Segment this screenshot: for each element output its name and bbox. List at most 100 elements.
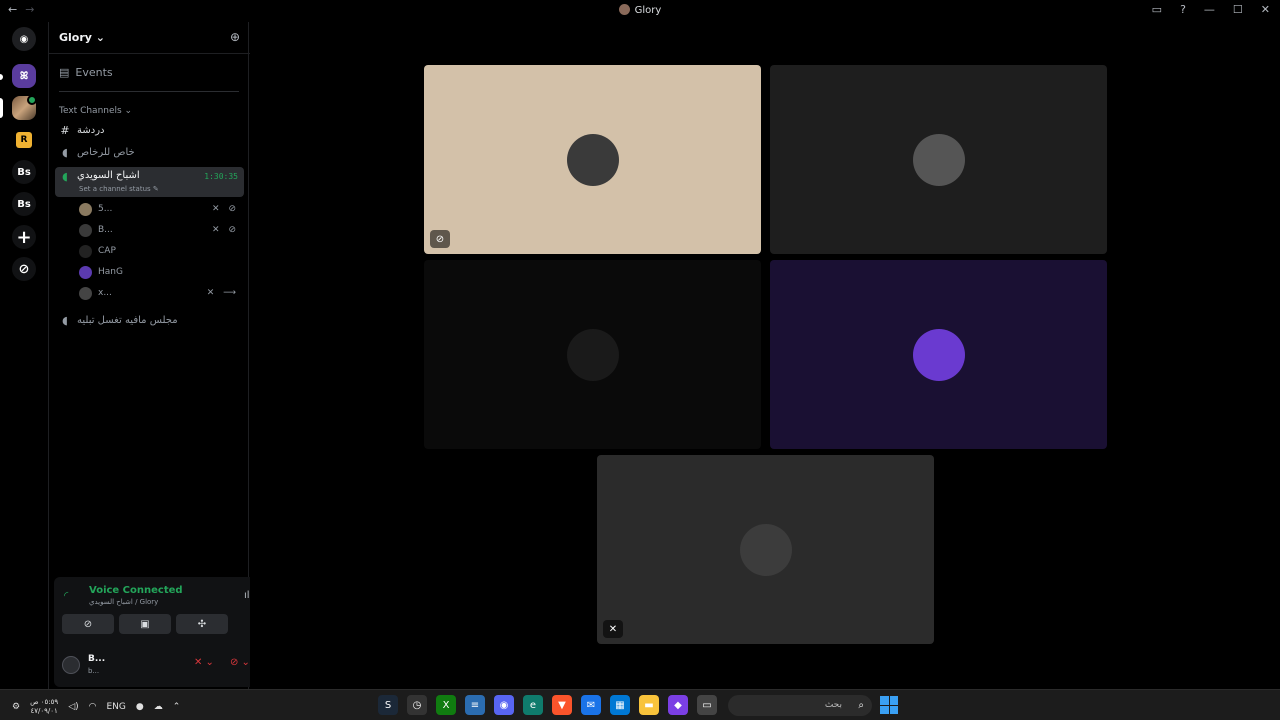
mail-icon[interactable]: ✉ bbox=[581, 695, 601, 715]
voice-user[interactable]: x... ✕ ⟶ bbox=[79, 283, 241, 303]
folder-icon[interactable]: ▬ bbox=[639, 695, 659, 715]
volume-icon[interactable]: ◁) bbox=[68, 702, 78, 712]
category-text-channels[interactable]: Text Channels ⌄ bbox=[59, 106, 132, 116]
video-tile-5[interactable]: ✕ bbox=[597, 455, 934, 644]
clock-app-icon[interactable]: ◷ bbox=[407, 695, 427, 715]
mute-icon[interactable]: ✕ ⌄ bbox=[194, 657, 214, 668]
window-icon[interactable]: ▭ bbox=[697, 695, 717, 715]
voice-user[interactable]: B... ✕ ⊘ bbox=[79, 220, 241, 240]
calendar-icon: ▤ bbox=[59, 66, 70, 79]
server-bs-2-icon[interactable]: Bs bbox=[12, 192, 36, 216]
avatar[interactable] bbox=[62, 656, 80, 674]
mic-icon[interactable]: ● bbox=[136, 702, 144, 712]
voice-user-name: HanG bbox=[98, 267, 123, 277]
cloud-icon[interactable]: ☁ bbox=[154, 702, 163, 712]
speaker-icon: ◖ bbox=[62, 170, 68, 183]
camera-button[interactable]: ⊘ bbox=[62, 614, 114, 634]
video-tile-3[interactable] bbox=[424, 260, 761, 449]
voice-connected-subtitle[interactable]: اشباح السويدي / Glory bbox=[89, 598, 158, 606]
server-1-icon[interactable]: ꕤ bbox=[12, 64, 36, 88]
voice-user[interactable]: HanG bbox=[79, 262, 241, 282]
voice-connected-title: Voice Connected bbox=[89, 585, 183, 596]
avatar bbox=[79, 202, 92, 216]
maximize-button[interactable]: ☐ bbox=[1233, 3, 1243, 16]
video-tile-2[interactable] bbox=[770, 65, 1107, 254]
clock[interactable]: ٠٥:٥٩ ص ٤٧/٠٩/٠١ bbox=[30, 698, 58, 716]
invite-icon[interactable]: ⊕ bbox=[230, 30, 240, 44]
camera-off-icon: ⊘ bbox=[83, 618, 93, 630]
video-grid: ⊘ ✕ bbox=[250, 22, 1280, 689]
taskbar-apps: S ◷ X ≡ ◉ e ▼ ✉ ▦ ▬ ◆ ▭ bbox=[378, 695, 717, 715]
avatar bbox=[79, 223, 92, 237]
voice-user-name: CAP bbox=[98, 246, 116, 256]
system-tray: ⚙ ٠٥:٥٩ ص ٤٧/٠٩/٠١ ◁) ◠ ENG ● ☁ ⌃ bbox=[12, 698, 180, 716]
copilot-icon[interactable]: ◆ bbox=[668, 695, 688, 715]
discord-window: ← → Glory ▭ ? — ☐ ✕ ◉ ꕤ R Bs Bs + ⊘ Glor… bbox=[0, 0, 1280, 720]
video-tile-4[interactable] bbox=[770, 260, 1107, 449]
mute-deafen-icons: ✕ ⟶ bbox=[206, 288, 239, 298]
avatar bbox=[912, 133, 965, 186]
server-r-icon[interactable]: R bbox=[16, 132, 32, 148]
avatar bbox=[566, 328, 619, 381]
avatar bbox=[79, 265, 92, 279]
deafen-icon[interactable]: ⊘ ⌄ bbox=[230, 657, 250, 668]
channel-name: خاص للرخاص bbox=[77, 146, 135, 158]
channel-voice[interactable]: ◖ خاص للرخاص bbox=[55, 142, 244, 162]
events-label: Events bbox=[75, 66, 113, 79]
add-server-icon[interactable]: + bbox=[12, 225, 36, 249]
notepad-icon[interactable]: ≡ bbox=[465, 695, 485, 715]
screen-share-button[interactable]: ▣ bbox=[119, 614, 171, 634]
voice-badge bbox=[27, 95, 37, 105]
channel-name: اشباح السويدي bbox=[77, 170, 140, 181]
channel-status[interactable]: Set a channel status ✎ bbox=[79, 185, 159, 193]
avatar bbox=[739, 523, 792, 576]
signal-icon[interactable]: ◜ bbox=[64, 589, 68, 602]
search-box[interactable]: بحث ⌕ bbox=[728, 695, 872, 716]
channel-voice-active[interactable]: ◖ اشباح السويدي 1:30:35 Set a channel st… bbox=[55, 167, 244, 197]
video-tile-1[interactable]: ⊘ bbox=[424, 65, 761, 254]
voice-user-name: 5... bbox=[98, 204, 113, 214]
steam-icon[interactable]: S bbox=[378, 695, 398, 715]
avatar bbox=[79, 286, 92, 300]
server-header[interactable]: Glory ⌄ ⊕ bbox=[49, 22, 250, 54]
window-title: Glory bbox=[0, 4, 1280, 16]
avatar bbox=[566, 133, 619, 186]
help-icon[interactable]: ? bbox=[1180, 3, 1186, 16]
channel-voice[interactable]: ◖ مجلس مافيه تغسل تبليه bbox=[55, 310, 244, 330]
edge-icon[interactable]: e bbox=[523, 695, 543, 715]
close-button[interactable]: ✕ bbox=[1261, 3, 1270, 16]
activities-button[interactable]: ✣ bbox=[176, 614, 228, 634]
voice-user-name: B... bbox=[98, 225, 113, 235]
minimize-button[interactable]: — bbox=[1204, 3, 1215, 16]
channel-text[interactable]: # دردشة bbox=[55, 120, 244, 140]
avatar bbox=[79, 244, 92, 258]
voice-user[interactable]: CAP bbox=[79, 241, 241, 261]
language-indicator[interactable]: ENG bbox=[106, 702, 125, 712]
inbox-icon[interactable]: ▭ bbox=[1152, 3, 1162, 16]
server-list: ◉ ꕤ R Bs Bs + ⊘ bbox=[0, 22, 48, 689]
wifi-icon[interactable]: ◠ bbox=[89, 702, 97, 712]
windows-start-icon[interactable] bbox=[880, 696, 898, 714]
events-item[interactable]: ▤ Events bbox=[59, 66, 113, 79]
discord-icon[interactable]: ◉ bbox=[494, 695, 514, 715]
brave-icon[interactable]: ▼ bbox=[552, 695, 572, 715]
chevron-up-icon[interactable]: ⌃ bbox=[173, 702, 181, 712]
search-icon: ⌕ bbox=[858, 700, 864, 711]
server-name[interactable]: Glory ⌄ bbox=[59, 31, 105, 44]
mute-deafen-icons: ✕ ⊘ bbox=[212, 204, 239, 214]
mute-deafen-icons: ✕ ⊘ bbox=[212, 225, 239, 235]
screen-share-icon: ▣ bbox=[140, 618, 150, 630]
discord-home-icon[interactable]: ◉ bbox=[12, 27, 36, 51]
settings-icon[interactable]: ⚙ bbox=[12, 702, 20, 712]
selected-pill bbox=[0, 98, 3, 118]
server-icon bbox=[618, 4, 630, 15]
store-icon[interactable]: ▦ bbox=[610, 695, 630, 715]
speaker-icon: ◖ bbox=[62, 313, 68, 327]
explore-icon[interactable]: ⊘ bbox=[12, 257, 36, 281]
hash-icon: # bbox=[60, 123, 70, 137]
voice-user[interactable]: 5... ✕ ⊘ bbox=[79, 199, 241, 219]
muted-icon: ✕ bbox=[603, 620, 623, 638]
xbox-icon[interactable]: X bbox=[436, 695, 456, 715]
speaker-icon: ◖ bbox=[62, 145, 68, 159]
server-bs-1-icon[interactable]: Bs bbox=[12, 160, 36, 184]
